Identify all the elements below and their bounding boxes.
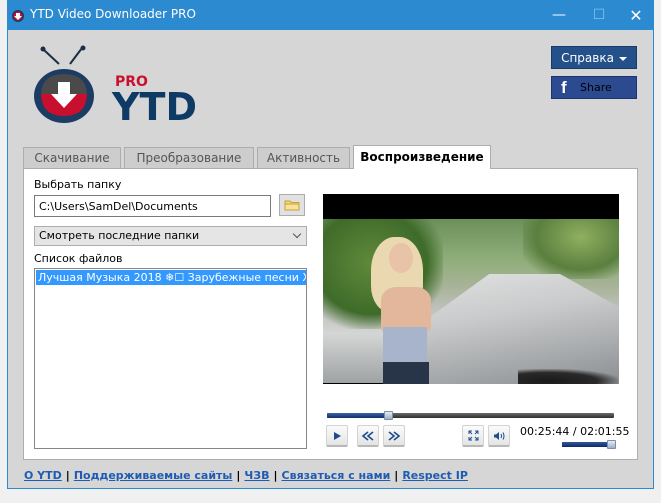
help-button-label: Справка bbox=[561, 50, 614, 65]
recent-folders-select[interactable]: Смотреть последние папки bbox=[34, 226, 307, 246]
fullscreen-button[interactable] bbox=[462, 425, 484, 447]
window-title: YTD Video Downloader PRO bbox=[30, 7, 196, 21]
fullscreen-icon bbox=[468, 430, 478, 441]
play-icon bbox=[334, 431, 341, 440]
share-button-label: Share bbox=[580, 81, 612, 94]
chevron-down-icon bbox=[292, 229, 302, 239]
fast-forward-button[interactable] bbox=[383, 425, 405, 447]
tab-download[interactable]: Скачивание bbox=[23, 147, 121, 169]
ytd-logo: PRO YTD bbox=[34, 45, 197, 129]
recent-folders-value: Смотреть последние папки bbox=[39, 229, 200, 242]
playback-panel: Выбрать папку Смотреть последние папки С… bbox=[23, 168, 638, 460]
title-bar[interactable]: YTD Video Downloader PRO — ☐ ✕ bbox=[8, 0, 653, 30]
file-list[interactable]: Лучшая Музыка 2018 ❄☐ Зарубежные песни Х… bbox=[34, 268, 307, 449]
video-scene-person bbox=[389, 243, 413, 273]
volume-thumb[interactable] bbox=[606, 440, 616, 449]
rewind-button[interactable] bbox=[357, 425, 379, 447]
seek-slider[interactable] bbox=[327, 411, 614, 420]
maximize-button[interactable]: ☐ bbox=[582, 0, 616, 30]
video-scene-dog bbox=[518, 369, 618, 384]
volume-button[interactable] bbox=[488, 425, 510, 447]
folder-label: Выбрать папку bbox=[34, 178, 122, 191]
fast-forward-icon bbox=[388, 430, 400, 441]
separator: | bbox=[236, 469, 241, 482]
seek-thumb[interactable] bbox=[383, 411, 393, 420]
tab-playback[interactable]: Воспроизведение bbox=[353, 145, 491, 169]
link-supported-sites[interactable]: Поддерживаемые сайты bbox=[74, 469, 233, 482]
video-display[interactable] bbox=[323, 194, 619, 384]
minimize-icon: — bbox=[552, 7, 566, 23]
video-scene-person bbox=[383, 327, 427, 362]
footer-links: О YTD | Поддерживаемые сайты | ЧЗВ | Связаться… bbox=[24, 469, 468, 482]
folder-icon bbox=[284, 200, 300, 211]
link-contact[interactable]: Связаться с нами bbox=[282, 469, 391, 482]
list-item[interactable]: Лучшая Музыка 2018 ❄☐ Зарубежные песни Х… bbox=[36, 270, 306, 285]
close-button[interactable]: ✕ bbox=[619, 0, 653, 30]
seek-progress bbox=[327, 413, 388, 418]
tab-convert[interactable]: Преобразование bbox=[124, 147, 254, 169]
tab-activity[interactable]: Активность bbox=[257, 147, 350, 169]
link-about[interactable]: О YTD bbox=[24, 469, 62, 482]
close-icon: ✕ bbox=[629, 5, 643, 25]
video-frame bbox=[323, 219, 619, 384]
video-scene-person bbox=[381, 287, 431, 332]
facebook-icon: f bbox=[561, 78, 567, 97]
file-list-label: Список файлов bbox=[34, 252, 123, 265]
app-window: YTD Video Downloader PRO — ☐ ✕ PRO YTD С… bbox=[7, 0, 654, 489]
separator: | bbox=[65, 469, 70, 482]
maximize-icon: ☐ bbox=[592, 7, 606, 23]
video-scene-trees bbox=[523, 219, 619, 279]
separator: | bbox=[273, 469, 278, 482]
caret-down-icon bbox=[618, 56, 627, 61]
help-menu-button[interactable]: Справка bbox=[551, 46, 637, 69]
link-respect-ip[interactable]: Respect IP bbox=[402, 469, 468, 482]
link-faq[interactable]: ЧЗВ bbox=[244, 469, 269, 482]
volume-slider[interactable] bbox=[562, 440, 616, 449]
playback-time: 00:25:44 / 02:01:55 bbox=[520, 425, 630, 438]
separator: | bbox=[394, 469, 399, 482]
play-button[interactable] bbox=[326, 425, 348, 447]
facebook-share-button[interactable]: f Share bbox=[551, 76, 637, 99]
folder-path-input[interactable] bbox=[34, 195, 271, 217]
volume-icon bbox=[494, 431, 505, 440]
video-scene-person bbox=[383, 362, 429, 384]
logo-ytd-text: YTD bbox=[111, 85, 197, 129]
volume-level bbox=[562, 442, 611, 447]
minimize-button[interactable]: — bbox=[542, 0, 576, 30]
rewind-icon bbox=[362, 430, 374, 441]
ytd-app-icon bbox=[12, 10, 24, 22]
browse-folder-button[interactable] bbox=[279, 194, 305, 216]
